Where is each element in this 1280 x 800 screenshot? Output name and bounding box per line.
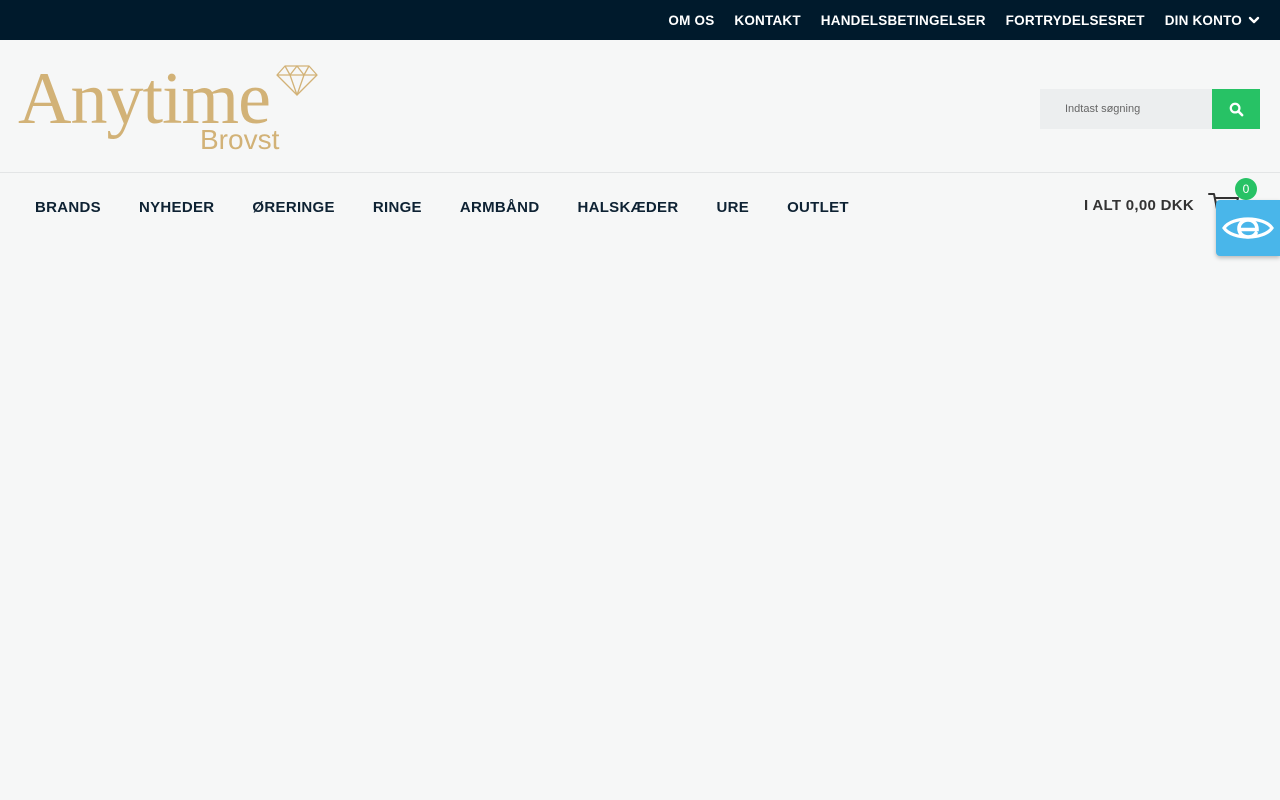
nav-nyheder[interactable]: NYHEDER (120, 199, 233, 216)
main-nav: BRANDS NYHEDER ØRERINGE RINGE ARMBÅND HA… (16, 173, 868, 241)
logo-subtitle: Brovst (200, 124, 280, 155)
search-form (1040, 89, 1260, 129)
search-icon (1229, 102, 1243, 116)
nav-brands[interactable]: BRANDS (16, 199, 120, 216)
top-nav: OM OS KONTAKT HANDELSBETINGELSER FORTRYD… (668, 0, 1260, 40)
cart-total[interactable]: I ALT 0,00 DKK (1084, 197, 1194, 214)
search-input[interactable] (1040, 89, 1212, 129)
nav-oreringe[interactable]: ØRERINGE (233, 199, 353, 216)
nav-armband[interactable]: ARMBÅND (441, 199, 559, 216)
top-nav-din-konto[interactable]: DIN KONTO (1165, 13, 1260, 28)
cart-count-badge: 0 (1235, 178, 1257, 200)
search-button[interactable] (1212, 89, 1260, 129)
accessibility-widget-button[interactable] (1216, 200, 1280, 256)
nav-outlet[interactable]: OUTLET (768, 199, 868, 216)
diamond-icon (276, 65, 318, 96)
nav-ure[interactable]: URE (698, 199, 769, 216)
top-nav-fortrydelsesret[interactable]: FORTRYDELSESRET (1006, 13, 1145, 28)
nav-halskaeder[interactable]: HALSKÆDER (558, 199, 697, 216)
site-header: Anytime Brovst (0, 40, 1280, 173)
top-bar: OM OS KONTAKT HANDELSBETINGELSER FORTRYD… (0, 0, 1280, 40)
top-nav-om-os[interactable]: OM OS (668, 13, 714, 28)
din-konto-label: DIN KONTO (1164, 12, 1242, 28)
top-nav-kontakt[interactable]: KONTAKT (734, 13, 800, 28)
nav-ringe[interactable]: RINGE (354, 199, 441, 216)
top-nav-handelsbetingelser[interactable]: HANDELSBETINGELSER (821, 13, 986, 28)
site-logo[interactable]: Anytime Brovst (18, 62, 318, 156)
chevron-down-icon (1248, 16, 1260, 24)
eye-icon (1222, 217, 1274, 239)
